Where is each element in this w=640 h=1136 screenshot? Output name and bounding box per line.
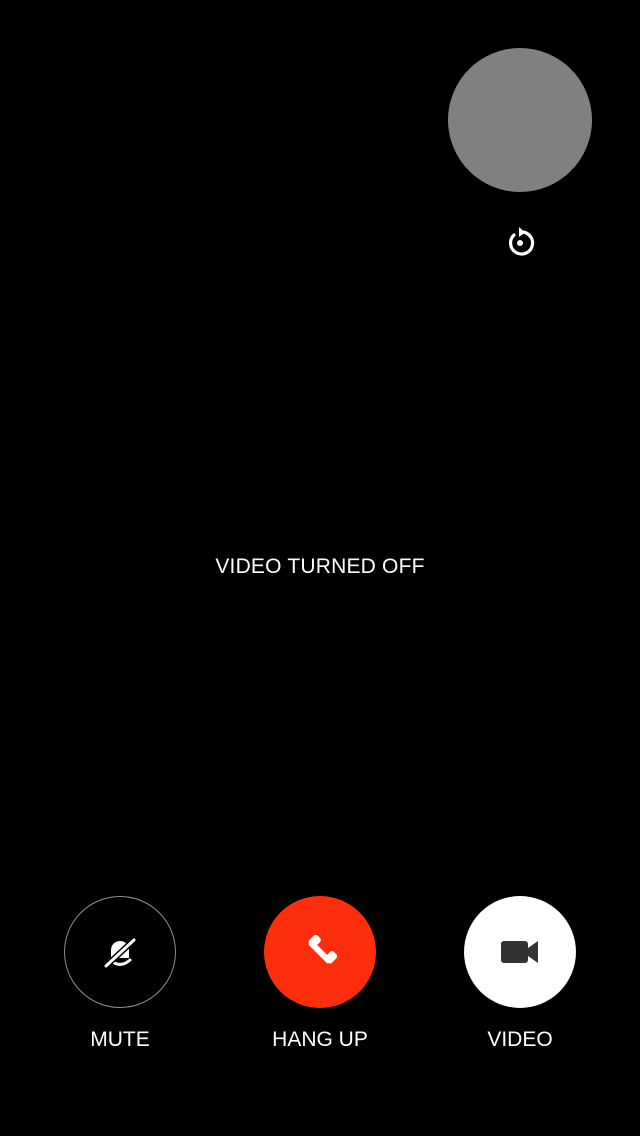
hangup-label: HANG UP: [272, 1028, 368, 1051]
phone-hangup-icon: [308, 934, 338, 964]
mute-label: MUTE: [90, 1028, 150, 1051]
video-label: VIDEO: [487, 1028, 553, 1051]
mute-button[interactable]: [64, 896, 176, 1008]
video-toggle-button[interactable]: [464, 896, 576, 1008]
hangup-control: HANG UP: [264, 896, 376, 1052]
hangup-button[interactable]: [264, 896, 376, 1008]
flip-camera-button[interactable]: [496, 218, 544, 266]
video-status-text: VIDEO TURNED OFF: [215, 555, 425, 578]
camera-flip-icon: [509, 227, 535, 256]
mic-off-icon: [103, 937, 137, 969]
mute-control: MUTE: [64, 896, 176, 1052]
call-screen: VIDEO TURNED OFF MUTE HANG UP VIDEO: [0, 0, 640, 1136]
video-camera-icon: [501, 941, 538, 963]
self-view-preview: [448, 48, 592, 192]
video-control: VIDEO: [464, 896, 576, 1052]
